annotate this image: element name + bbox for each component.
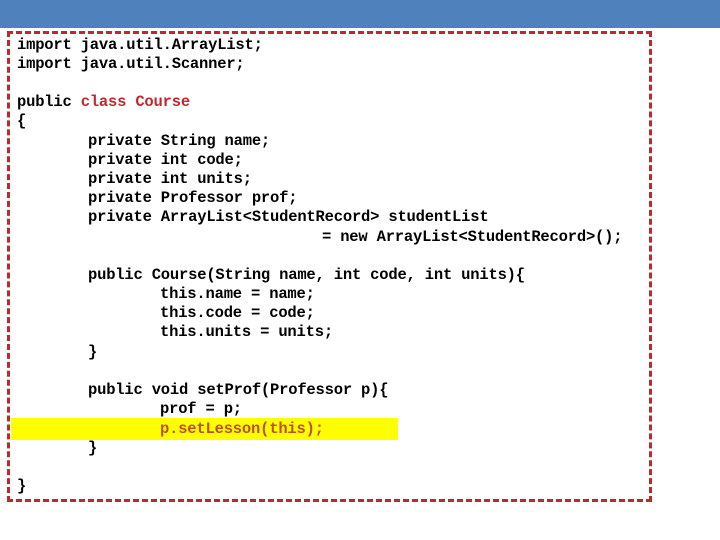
setprof-assign-prof: prof = p; xyxy=(160,400,242,418)
setprof-set-lesson-highlighted: p.setLesson(this); xyxy=(160,420,324,438)
constructor-assign-units: this.units = units; xyxy=(160,323,333,341)
constructor-signature: public Course(String name, int code, int… xyxy=(88,266,525,284)
field-name: private String name; xyxy=(88,132,271,150)
field-units: private int units; xyxy=(88,170,252,188)
class-open-brace: { xyxy=(17,112,27,130)
class-declaration-line: public class Course xyxy=(17,93,190,112)
constructor-close-brace: } xyxy=(88,343,98,361)
field-code: private int code; xyxy=(88,151,243,169)
constructor-assign-name: this.name = name; xyxy=(160,285,315,303)
class-name-text: class Course xyxy=(80,93,190,111)
import-line-arraylist: import java.util.ArrayList; xyxy=(17,36,263,54)
class-close-brace: } xyxy=(17,477,27,495)
setprof-signature: public void setProf(Professor p){ xyxy=(88,381,389,399)
constructor-assign-code: this.code = code; xyxy=(160,304,315,322)
public-keyword: public xyxy=(17,93,81,111)
field-prof: private Professor prof; xyxy=(88,189,298,207)
field-student-list: private ArrayList<StudentRecord> student… xyxy=(88,208,489,226)
import-line-scanner: import java.util.Scanner; xyxy=(17,55,245,73)
field-student-list-initializer: = new ArrayList<StudentRecord>(); xyxy=(322,228,623,246)
setprof-close-brace: } xyxy=(88,439,98,457)
slide-header-bar xyxy=(0,0,720,28)
